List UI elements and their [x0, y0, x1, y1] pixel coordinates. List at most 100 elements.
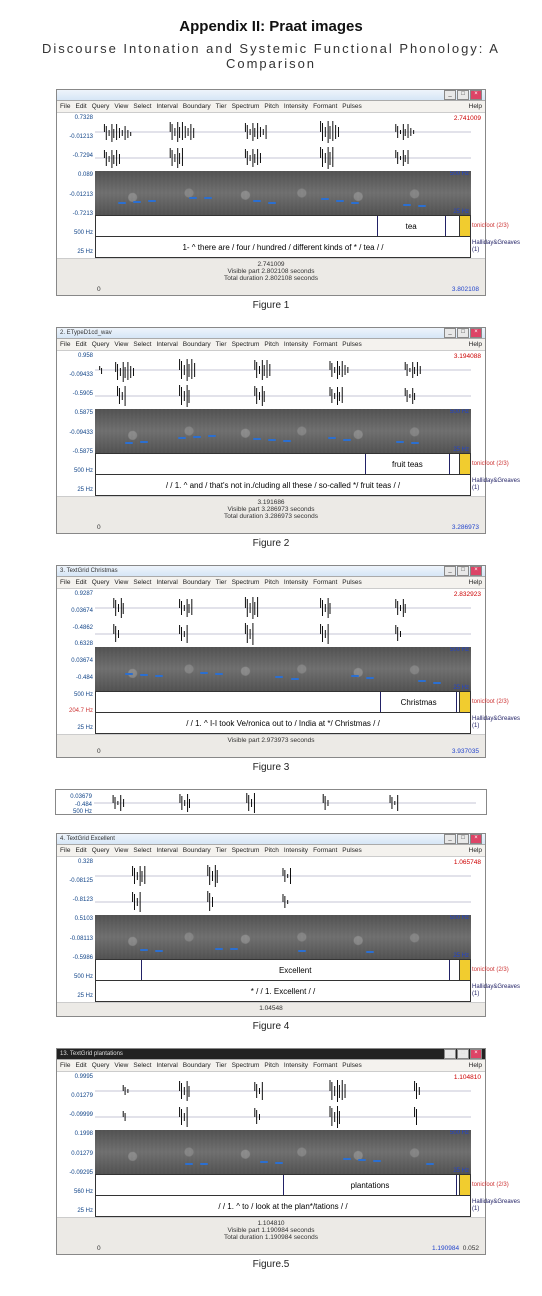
menu-item[interactable]: Select — [133, 1062, 151, 1069]
waveform-channel-1[interactable] — [95, 357, 471, 383]
menu-item[interactable]: Interval — [156, 847, 177, 854]
menu-item[interactable]: Tier — [216, 847, 227, 854]
window-titlebar[interactable]: 2. ETypeD1cd_wav _ □ × — [57, 328, 485, 339]
canvas-area[interactable]: 3.194088 0.958-0.09433-0.5905 0.5875-0.0… — [57, 351, 485, 497]
minimize-icon[interactable]: _ — [444, 90, 456, 100]
maximize-icon[interactable]: □ — [457, 90, 469, 100]
selection-marker[interactable] — [459, 692, 470, 712]
tonic-segment[interactable]: Excellent — [141, 960, 450, 980]
menu-item[interactable]: Select — [133, 847, 151, 854]
menu-bar[interactable]: File Edit Query View Select Interval Bou… — [57, 1060, 485, 1072]
tonic-tier[interactable]: Christmas tonicfoot (2/3) — [95, 691, 471, 713]
menu-item[interactable]: Interval — [156, 1062, 177, 1069]
window-titlebar[interactable]: 4. TextGrid Excellent _ □ × — [57, 834, 485, 845]
menu-item[interactable]: View — [114, 1062, 128, 1069]
waveform-channel-1[interactable] — [95, 595, 471, 621]
minimize-icon[interactable]: _ — [444, 834, 456, 844]
spectrogram[interactable]: 500 Hz 25 Hz — [95, 647, 471, 691]
spectrogram[interactable]: 500 Hz 25 Hz — [95, 409, 471, 453]
waveform-channel-2[interactable] — [95, 621, 471, 647]
transcript-tier[interactable]: / / 1. ^ and / that's not in./cluding al… — [95, 475, 471, 496]
maximize-icon[interactable]: □ — [457, 566, 469, 576]
menu-item[interactable]: Tier — [216, 341, 227, 348]
spectrogram[interactable]: 500 Hz 25 Hz — [95, 1130, 471, 1174]
menu-item[interactable]: View — [114, 103, 128, 110]
menu-item[interactable]: Intensity — [284, 579, 308, 586]
menu-item[interactable]: Spectrum — [232, 847, 260, 854]
maximize-icon[interactable]: □ — [457, 328, 469, 338]
menu-item[interactable]: Edit — [75, 341, 86, 348]
menu-item[interactable]: Formant — [313, 1062, 337, 1069]
minimize-icon[interactable]: _ — [444, 566, 456, 576]
tonic-tier[interactable]: fruit teas tonicfoot (2/3) — [95, 453, 471, 475]
tonic-segment[interactable]: fruit teas — [365, 454, 449, 474]
menu-item[interactable]: Interval — [156, 341, 177, 348]
tonic-segment[interactable]: plantations — [283, 1175, 457, 1195]
menu-help[interactable]: Help — [469, 341, 482, 348]
tonic-tier[interactable]: plantations tonicfoot (2/3) — [95, 1174, 471, 1196]
canvas-area[interactable]: 1.065748 0.328-0.08125-0.8123 0.5103-0.0… — [57, 857, 485, 1003]
spectrogram[interactable]: 500 Hz 25 Hz — [95, 915, 471, 959]
menu-item[interactable]: Formant — [313, 341, 337, 348]
waveform-channel-1[interactable] — [95, 1078, 471, 1104]
menu-item[interactable]: Pitch — [264, 847, 278, 854]
menu-item[interactable]: Tier — [216, 579, 227, 586]
menu-item[interactable]: Tier — [216, 103, 227, 110]
menu-bar[interactable]: File Edit Query View Select Interval Bou… — [57, 845, 485, 857]
menu-item[interactable]: Edit — [75, 579, 86, 586]
waveform-channel-2[interactable] — [95, 383, 471, 409]
selection-marker[interactable] — [459, 1175, 470, 1195]
menu-item[interactable]: Pulses — [342, 579, 362, 586]
maximize-icon[interactable]: □ — [457, 1049, 469, 1059]
menu-item[interactable]: Select — [133, 103, 151, 110]
menu-item[interactable]: Pulses — [342, 847, 362, 854]
maximize-icon[interactable]: □ — [457, 834, 469, 844]
close-icon[interactable]: × — [470, 834, 482, 844]
menu-item[interactable]: File — [60, 1062, 70, 1069]
waveform-channel-2[interactable] — [95, 889, 471, 915]
menu-item[interactable]: Intensity — [284, 847, 308, 854]
minimize-icon[interactable]: _ — [444, 1049, 456, 1059]
menu-bar[interactable]: File Edit Query View Select Interval Bou… — [57, 577, 485, 589]
menu-item[interactable]: Spectrum — [232, 103, 260, 110]
menu-item[interactable]: Pulses — [342, 1062, 362, 1069]
transcript-tier[interactable]: 1- ^ there are / four / hundred / differ… — [95, 237, 471, 258]
selection-marker[interactable] — [459, 960, 470, 980]
tonic-tier[interactable]: Excellent tonicfoot (2/3) — [95, 959, 471, 981]
menu-item[interactable]: File — [60, 579, 70, 586]
waveform-channel-2[interactable] — [95, 1104, 471, 1130]
menu-item[interactable]: File — [60, 341, 70, 348]
close-icon[interactable]: × — [470, 1049, 482, 1059]
menu-item[interactable]: Edit — [75, 1062, 86, 1069]
menu-item[interactable]: Select — [133, 341, 151, 348]
waveform-channel-1[interactable] — [95, 119, 471, 145]
window-titlebar[interactable]: _ □ × — [57, 90, 485, 101]
menu-item[interactable]: Select — [133, 579, 151, 586]
menu-item[interactable]: Tier — [216, 1062, 227, 1069]
waveform-partial[interactable] — [94, 792, 476, 814]
menu-help[interactable]: Help — [469, 579, 482, 586]
close-icon[interactable]: × — [470, 90, 482, 100]
menu-item[interactable]: File — [60, 847, 70, 854]
menu-item[interactable]: Edit — [75, 103, 86, 110]
menu-item[interactable]: Query — [92, 103, 110, 110]
menu-bar[interactable]: File Edit Query View Select Interval Bou… — [57, 339, 485, 351]
menu-item[interactable]: Intensity — [284, 1062, 308, 1069]
transcript-tier[interactable]: / / 1. ^ I-I took Ve/ronica out to / Ind… — [95, 713, 471, 734]
menu-help[interactable]: Help — [469, 103, 482, 110]
menu-item[interactable]: Spectrum — [232, 1062, 260, 1069]
menu-item[interactable]: Formant — [313, 847, 337, 854]
menu-item[interactable]: Query — [92, 1062, 110, 1069]
menu-bar[interactable]: File Edit Query View Select Interval Bou… — [57, 101, 485, 113]
transcript-tier[interactable]: * / / 1. Excellent / / Halliday&Greaves … — [95, 981, 471, 1002]
menu-item[interactable]: View — [114, 341, 128, 348]
menu-item[interactable]: Formant — [313, 103, 337, 110]
menu-item[interactable]: Pulses — [342, 341, 362, 348]
window-titlebar[interactable]: 3. TextGrid Christmas _ □ × — [57, 566, 485, 577]
menu-item[interactable]: Boundary — [183, 579, 211, 586]
menu-item[interactable]: Intensity — [284, 341, 308, 348]
selection-marker[interactable] — [459, 454, 470, 474]
menu-item[interactable]: Boundary — [183, 847, 211, 854]
menu-item[interactable]: Interval — [156, 579, 177, 586]
menu-item[interactable]: Pitch — [264, 103, 278, 110]
